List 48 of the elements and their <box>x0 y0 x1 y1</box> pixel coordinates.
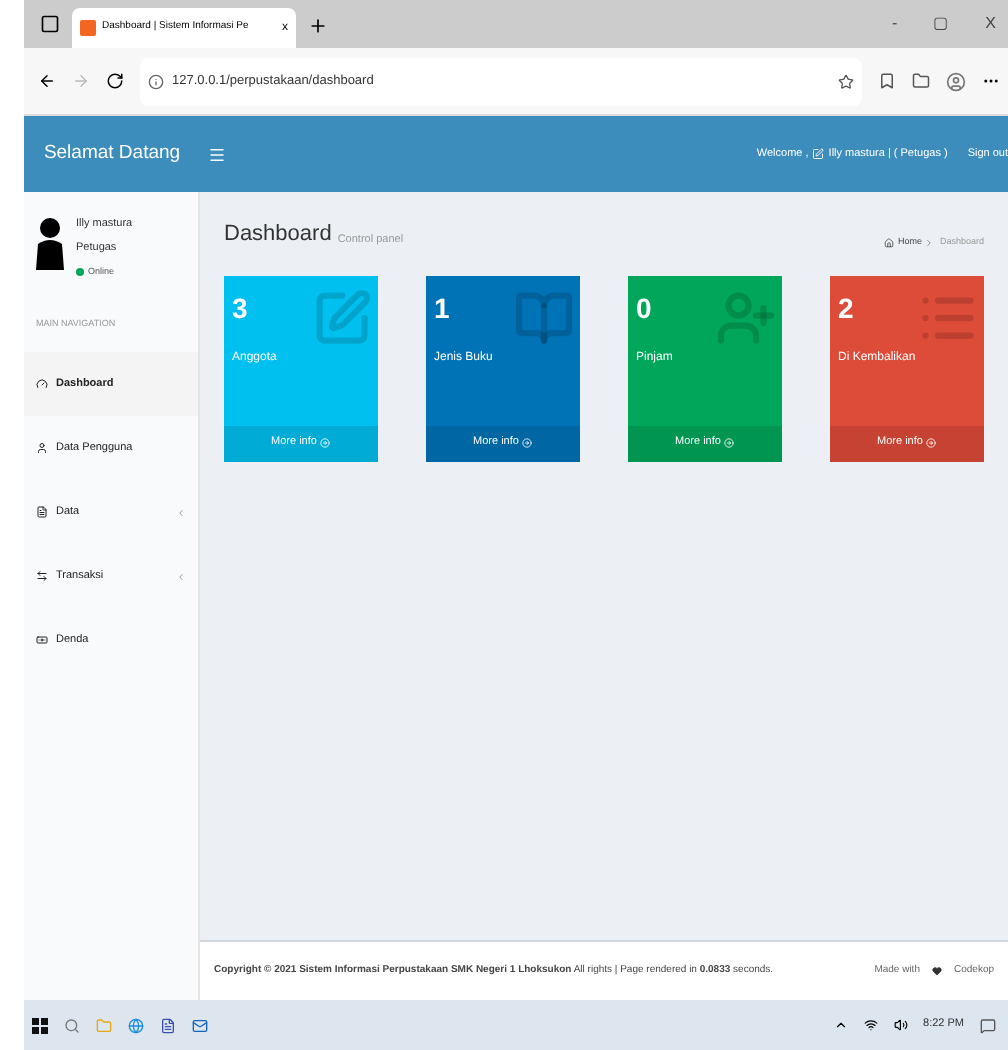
brand-title[interactable]: Selamat Datang <box>43 139 181 169</box>
breadcrumb-chevron-icon <box>923 237 934 247</box>
reload-icon[interactable] <box>106 72 124 90</box>
document-icon[interactable] <box>160 1017 176 1033</box>
card-count: 0 <box>636 289 652 327</box>
home-icon <box>883 237 894 247</box>
info-icon <box>148 73 164 89</box>
search-icon[interactable] <box>64 1017 80 1033</box>
avatar-icon <box>34 216 66 272</box>
nav-icon <box>36 378 48 390</box>
bookmark-icon[interactable] <box>878 72 896 90</box>
profile-icon[interactable] <box>946 71 966 91</box>
back-icon[interactable] <box>38 72 56 90</box>
card-count: 1 <box>434 289 450 327</box>
chevron-icon <box>176 571 186 581</box>
volume-icon[interactable] <box>893 1018 908 1032</box>
card-icon <box>716 287 776 347</box>
browser-icon[interactable] <box>128 1017 144 1033</box>
mail-icon[interactable] <box>192 1017 208 1033</box>
arrow-circle-icon <box>926 438 937 448</box>
tray-icon[interactable] <box>833 1018 848 1032</box>
arrow-circle-icon <box>320 438 331 448</box>
favicon-icon <box>80 20 96 36</box>
window-control[interactable]: X <box>985 12 996 36</box>
card-icon <box>514 287 574 347</box>
notification-icon[interactable] <box>980 1017 996 1033</box>
card-count: 3 <box>232 289 248 327</box>
card-icon <box>312 287 372 347</box>
heart-icon <box>931 966 942 976</box>
nav-icon <box>36 570 48 582</box>
nav-icon <box>36 634 48 646</box>
card-count: 2 <box>838 289 854 327</box>
menu-icon[interactable] <box>208 145 226 163</box>
window-control[interactable]: ▢ <box>933 12 950 36</box>
tab-actions-icon[interactable] <box>40 14 60 34</box>
window-control[interactable]: - <box>891 12 898 36</box>
nav-icon <box>36 506 48 518</box>
windows-icon[interactable] <box>32 1017 48 1033</box>
nav-icon <box>36 442 48 454</box>
chevron-icon <box>176 507 186 517</box>
collections-icon[interactable] <box>912 72 930 90</box>
arrow-circle-icon <box>522 438 533 448</box>
edit-icon <box>812 148 825 160</box>
star-icon[interactable] <box>838 73 854 89</box>
network-icon[interactable] <box>863 1018 878 1032</box>
page-title: Dashboard <box>224 220 332 250</box>
new-tab-icon[interactable] <box>308 16 328 36</box>
arrow-circle-icon <box>724 438 735 448</box>
